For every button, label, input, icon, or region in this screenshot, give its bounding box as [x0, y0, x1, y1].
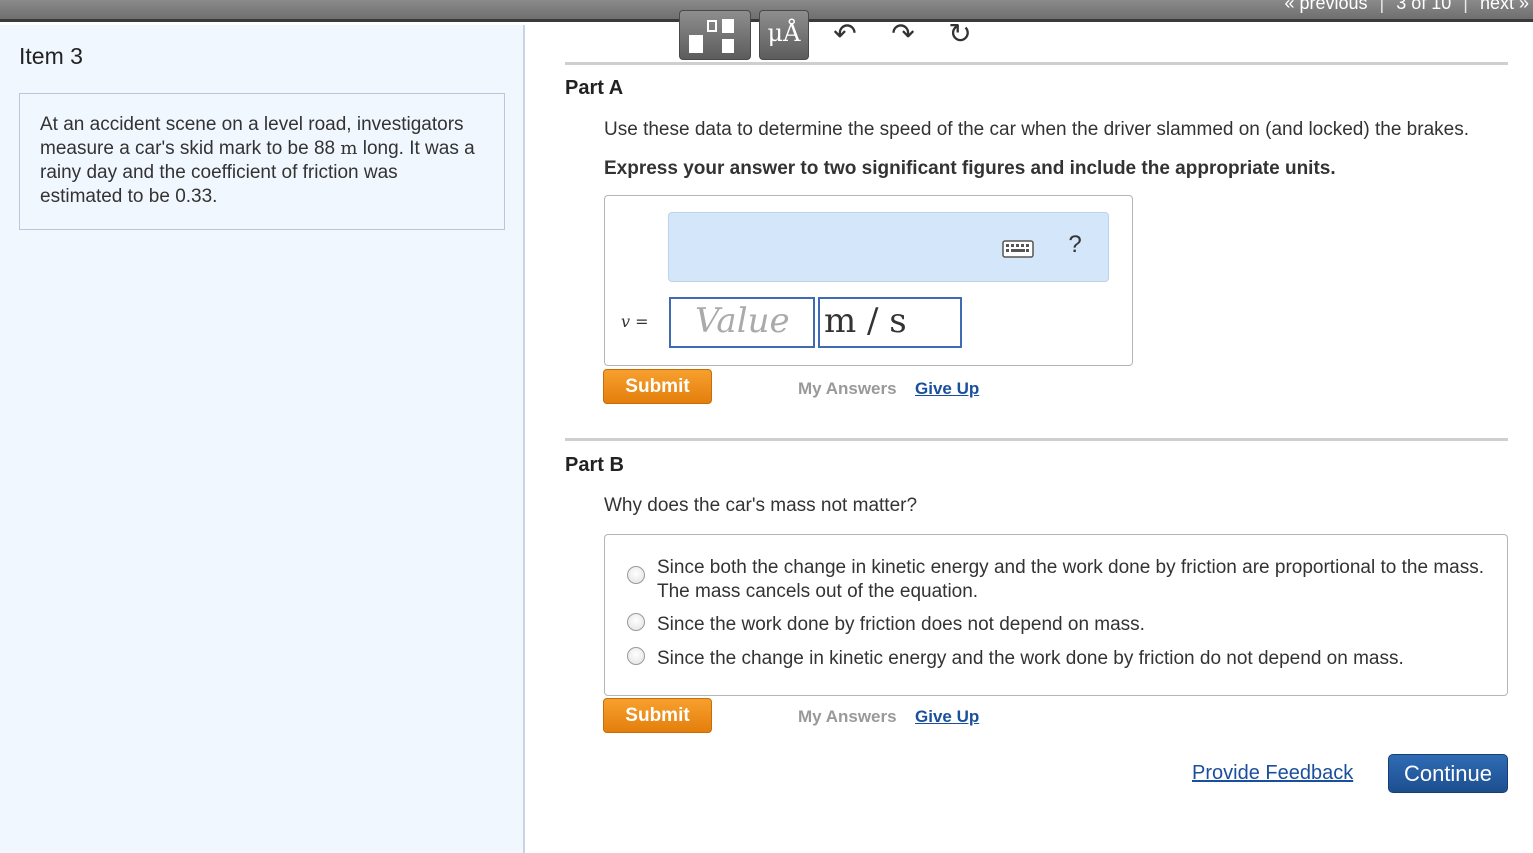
undo-icon[interactable]: ↶ [832, 17, 858, 50]
nav-separator: | [1463, 0, 1468, 13]
provide-feedback-link[interactable]: Provide Feedback [1192, 762, 1353, 785]
pagination-nav: « previous | 3 of 10 | next » [1284, 0, 1529, 14]
part-a-give-up-link[interactable]: Give Up [915, 379, 979, 399]
part-divider [565, 438, 1508, 441]
templates-icon [689, 19, 734, 53]
item-title: Item 3 [19, 43, 83, 69]
units-button[interactable]: μÅ [759, 10, 809, 60]
item-panel: Item 3 At an accident scene on a level r… [0, 25, 525, 853]
problem-unit: m [340, 138, 358, 159]
option-3-label[interactable]: Since the change in kinetic energy and t… [657, 647, 1487, 671]
continue-button[interactable]: Continue [1388, 754, 1508, 793]
units-icon: μÅ [767, 19, 801, 47]
part-a-submit-button[interactable]: Submit [603, 369, 712, 404]
next-link[interactable]: next » [1480, 0, 1529, 14]
help-icon[interactable]: ? [1064, 231, 1086, 259]
part-divider [565, 62, 1508, 65]
keyboard-icon[interactable] [1002, 239, 1034, 264]
nav-separator: | [1379, 0, 1385, 13]
reset-icon[interactable]: ↻ [946, 17, 974, 50]
part-a-title[interactable]: Part A [565, 77, 623, 100]
part-a-my-answers: My Answers [798, 379, 897, 398]
option-3-radio[interactable] [627, 647, 645, 665]
redo-icon[interactable]: ↷ [890, 17, 916, 50]
part-b-title[interactable]: Part B [565, 454, 624, 477]
part-b-give-up-link[interactable]: Give Up [915, 707, 979, 727]
unit-input[interactable]: m / s [818, 297, 962, 348]
part-a-instruction: Express your answer to two significant f… [604, 158, 1336, 179]
option-1-radio[interactable] [627, 566, 645, 584]
option-2-label[interactable]: Since the work done by friction does not… [657, 613, 1487, 637]
math-toolbar [668, 212, 1109, 282]
value-input[interactable]: Value [669, 297, 815, 348]
part-b-submit-button[interactable]: Submit [603, 698, 712, 733]
option-2-radio[interactable] [627, 613, 645, 631]
part-b-question: Why does the car's mass not matter? [604, 495, 918, 516]
part-a-question: Use these data to determine the speed of… [604, 119, 1469, 140]
templates-button[interactable] [679, 10, 751, 60]
part-b-my-answers: My Answers [798, 707, 897, 726]
previous-link[interactable]: « previous [1284, 0, 1367, 14]
problem-statement: At an accident scene on a level road, in… [19, 93, 505, 230]
item-position: 3 of 10 [1396, 0, 1452, 13]
variable-label: v = [621, 312, 649, 331]
option-1-label[interactable]: Since both the change in kinetic energy … [657, 556, 1487, 604]
